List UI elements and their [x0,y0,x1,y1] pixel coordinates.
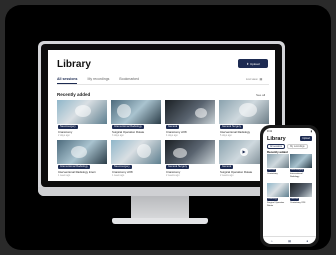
play-icon[interactable]: ▶ [240,148,248,156]
specialty-badge: Interventional Radiology [112,125,144,129]
upload-icon: ⬆ [246,61,249,66]
tab-all-sessions[interactable]: All sessions [57,77,78,84]
video-thumbnail[interactable] [267,183,289,197]
video-thumbnail[interactable] [165,100,215,124]
see-all-link[interactable]: See all [256,93,265,97]
page-title: Library [57,59,91,70]
video-thumbnail[interactable] [165,140,215,164]
video-meta: 1 week ago [58,174,71,177]
desktop-monitor: Library ⬆ Upload All sessions My recordi… [38,41,285,196]
specialty-badge: Neurosurgery [290,169,305,172]
tab-my-recordings[interactable]: My recordings [87,77,109,84]
video-grid: Neurosurgery Craniotomy 2 days ago Inter… [57,100,270,178]
video-thumbnail[interactable] [57,140,107,164]
monitor-chin [38,187,285,196]
upload-label: Upload [250,61,260,66]
view-label: List view [246,77,258,81]
monitor-bezel: Library ⬆ Upload All sessions My recordi… [41,44,282,187]
specialty-badge: General [267,169,277,172]
upload-button[interactable]: ⬆ Upload [238,59,268,68]
monitor-stand [131,196,189,220]
phone-upload-button[interactable]: Upload [300,136,312,141]
video-card[interactable]: Neurosurgery Craniotomy 2/28 1 week ago [111,140,161,178]
mobile-phone: 9:41 ▮ Library Upload All sessions My re… [260,125,319,247]
phone-video-card[interactable]: Radiology Surgical Operation Rotate [267,183,289,211]
library-tabs: All sessions My recordings Bookmarked [57,77,139,84]
home-icon[interactable]: ⌂ [271,239,273,243]
video-card[interactable]: General Surgery Craniotomy 2 weeks ago [165,140,215,178]
specialty-badge: General [166,125,180,129]
phone-bottom-nav: ⌂ ▤ ● [263,236,316,244]
phone-tab-my-recordings[interactable]: My recordings [287,144,308,149]
video-thumbnail[interactable] [57,100,107,124]
monitor-base [112,218,208,224]
phone-page-title: Library [267,136,286,142]
specialty-badge: General Surgery [220,125,244,129]
video-meta: 2 weeks ago [166,174,180,177]
video-thumbnail[interactable] [267,154,289,168]
video-card[interactable]: Neurosurgery Craniotomy 2 days ago [57,100,107,138]
video-meta: 3 days ago [112,134,124,137]
specialty-badge: Neurosurgery [112,165,132,169]
video-title: Craniotomy 2/28 [290,202,306,204]
phone-video-card[interactable]: Neurosurgery Interventional Radiology [290,154,312,182]
specialty-badge: General Surgery [166,165,190,169]
status-bar: 9:41 ▮ [267,130,312,133]
video-thumbnail[interactable] [290,183,312,197]
video-meta: 5 days ago [220,134,232,137]
video-title: Interventional Radiology [290,173,303,178]
video-meta: 2 weeks ago [220,174,234,177]
specialty-badge: Neurosurgery [58,125,78,129]
desktop-screen: Library ⬆ Upload All sessions My recordi… [48,50,275,181]
phone-tabs: All sessions My recordings [267,144,308,149]
video-title: Craniotomy [267,173,278,175]
section-title: Recently added [57,92,91,97]
video-thumbnail[interactable] [111,140,161,164]
phone-screen: 9:41 ▮ Library Upload All sessions My re… [263,128,316,244]
tab-divider [57,84,269,85]
phone-video-grid: General Craniotomy Neurosurgery Interven… [267,154,312,211]
video-thumbnail[interactable] [290,154,312,168]
video-card[interactable]: Interventional Radiology Surgical Operat… [111,100,161,138]
battery-icon: ▮ [310,130,312,133]
phone-video-card[interactable]: General Craniotomy [267,154,289,182]
specialty-badge: General [220,165,234,169]
video-thumbnail[interactable] [219,100,269,124]
status-time: 9:41 [267,130,273,133]
tab-bookmarked[interactable]: Bookmarked [119,77,139,84]
grid-icon: ▦ [259,77,263,81]
profile-icon[interactable]: ● [306,239,308,243]
library-icon[interactable]: ▤ [288,239,291,243]
video-card[interactable]: Interventional Radiology Interventional … [57,140,107,178]
video-meta: 4 days ago [166,134,178,137]
specialty-badge: General [290,198,300,201]
specialty-badge: Interventional Radiology [58,165,90,169]
video-meta: 1 week ago [112,174,125,177]
video-meta: 2 days ago [58,134,70,137]
video-title: Surgical Operation Rotate [267,202,285,207]
phone-tab-all-sessions[interactable]: All sessions [267,144,286,149]
video-card[interactable]: General Craniotomy 2/28 4 days ago [165,100,215,138]
phone-video-card[interactable]: General Craniotomy 2/28 [290,183,312,211]
view-toggle[interactable]: List view ▦ [246,77,262,81]
video-thumbnail[interactable] [111,100,161,124]
specialty-badge: Radiology [267,198,278,201]
